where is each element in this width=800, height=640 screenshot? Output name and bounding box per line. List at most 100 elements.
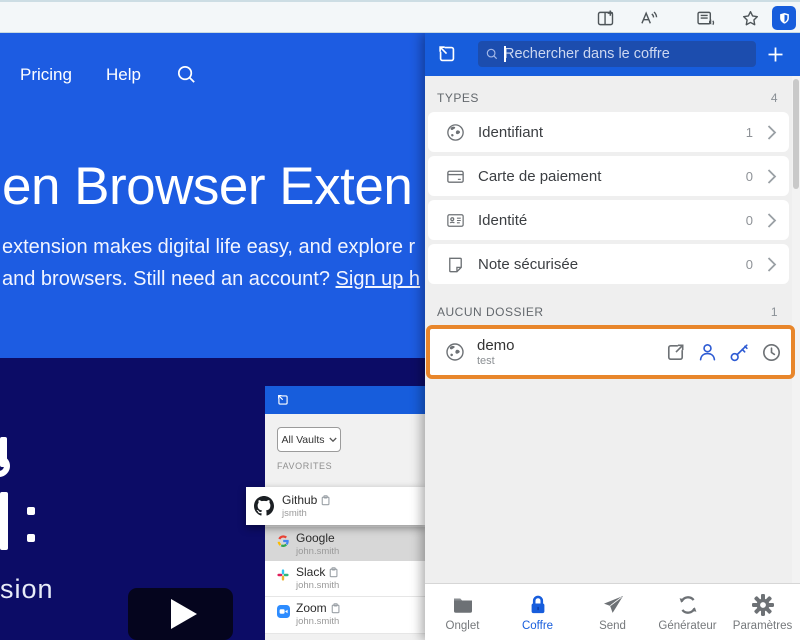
nav-tab-generateur[interactable]: Générateur	[650, 584, 725, 640]
copy-username-icon[interactable]	[695, 340, 719, 364]
section-types-count: 4	[771, 91, 778, 105]
copy-password-icon[interactable]	[727, 340, 751, 364]
all-vaults-dropdown: All Vaults	[277, 427, 341, 452]
type-row-note[interactable]: Note sécurisée 0	[428, 244, 789, 284]
mini-item-name: Google	[296, 531, 335, 545]
popout-icon[interactable]	[436, 43, 458, 65]
mini-item-username: john.smith	[296, 580, 339, 591]
hero-text-line2-prefix: and browsers. Still need an account?	[2, 268, 336, 290]
type-row-identite[interactable]: Identité 0	[428, 200, 789, 240]
page-title: en Browser Exten	[2, 156, 412, 217]
browser-toolbar	[0, 0, 800, 33]
credit-card-icon	[445, 166, 466, 187]
mini-item-name: Zoom	[296, 601, 327, 615]
type-row-carte[interactable]: Carte de paiement 0	[428, 156, 789, 196]
type-row-label: Identité	[478, 212, 746, 229]
chevron-right-icon	[767, 256, 777, 273]
all-vaults-label: All Vaults	[282, 434, 325, 446]
section-types: TYPES 4	[437, 91, 778, 105]
popup-bottom-nav: Onglet Coffre Send	[425, 583, 800, 640]
bitwarden-extension-icon[interactable]	[772, 6, 796, 30]
video-text-fragment	[0, 455, 10, 477]
google-icon	[277, 535, 289, 547]
scrollbar-thumb[interactable]	[793, 79, 799, 189]
lock-icon	[526, 593, 550, 617]
section-no-folder-label: AUCUN DOSSIER	[437, 305, 544, 319]
clipboard-icon	[331, 603, 341, 614]
github-icon	[254, 496, 274, 516]
read-aloud-icon[interactable]	[637, 7, 659, 29]
popup-header	[425, 33, 800, 76]
chevron-right-icon	[767, 168, 777, 185]
nav-tab-label: Générateur	[658, 620, 716, 632]
hero-text-line1: extension makes digital life easy, and e…	[2, 236, 415, 259]
section-no-folder-count: 1	[771, 305, 778, 319]
type-row-label: Note sécurisée	[478, 256, 746, 273]
mini-item-username: john.smith	[296, 616, 341, 627]
screen: Pricing Help en Browser Exten extension …	[0, 0, 800, 640]
site-search-icon[interactable]	[175, 63, 198, 86]
folder-icon	[451, 593, 475, 617]
globe-icon	[445, 122, 466, 143]
video-colon-dot	[27, 534, 35, 542]
mini-item-name: Github	[282, 493, 317, 507]
video-text-fragment	[0, 492, 8, 550]
slack-icon	[277, 569, 289, 581]
type-row-count: 0	[746, 257, 753, 272]
send-plane-icon	[601, 593, 625, 617]
zoom-icon	[277, 605, 290, 618]
type-row-label: Identifiant	[478, 124, 746, 141]
type-row-count: 0	[746, 213, 753, 228]
video-play-button[interactable]	[128, 588, 233, 640]
nav-tab-label: Coffre	[522, 620, 553, 632]
add-item-icon[interactable]	[765, 44, 786, 65]
nav-tab-label: Onglet	[446, 620, 480, 632]
mini-item-slack: Slack john.smith	[265, 561, 425, 597]
popout-icon	[276, 393, 290, 407]
type-row-count: 1	[746, 125, 753, 140]
favorites-label: FAVORITES	[277, 461, 332, 471]
vault-item-subtitle: test	[477, 355, 655, 367]
mini-vault-header: Search vault	[265, 386, 425, 414]
favorites-star-icon[interactable]	[739, 7, 761, 29]
mini-item-username: jsmith	[282, 508, 331, 519]
play-icon	[171, 599, 197, 629]
nav-tab-coffre[interactable]: Coffre	[500, 584, 575, 640]
vault-item-demo-highlighted[interactable]: demo test	[426, 325, 795, 379]
sign-up-link[interactable]: Sign up h	[336, 268, 421, 290]
mini-item-github: Github jsmith	[246, 487, 425, 525]
type-row-count: 0	[746, 169, 753, 184]
search-caret	[504, 46, 506, 62]
gear-icon	[751, 593, 775, 617]
reader-icon[interactable]	[694, 7, 716, 29]
section-types-label: TYPES	[437, 91, 479, 105]
nav-tab-send[interactable]: Send	[575, 584, 650, 640]
vault-item-title: demo	[477, 337, 655, 354]
site-nav: Pricing Help	[20, 63, 198, 86]
id-card-icon	[445, 210, 466, 231]
mini-item-name: Slack	[296, 565, 325, 579]
type-row-label: Carte de paiement	[478, 168, 746, 185]
nav-tab-parametres[interactable]: Paramètres	[725, 584, 800, 640]
search-input[interactable]	[504, 46, 749, 62]
type-row-identifiant[interactable]: Identifiant 1	[428, 112, 789, 152]
nav-tab-onglet[interactable]: Onglet	[425, 584, 500, 640]
globe-icon	[444, 341, 466, 363]
mini-item-google: Google john.smith	[265, 527, 425, 561]
search-icon	[485, 47, 499, 61]
section-no-folder: AUCUN DOSSIER 1	[437, 305, 778, 319]
chevron-right-icon	[767, 124, 777, 141]
nav-tab-label: Send	[599, 620, 626, 632]
clock-icon[interactable]	[759, 340, 783, 364]
nav-pricing-link[interactable]: Pricing	[20, 65, 72, 85]
split-screen-icon[interactable]	[594, 7, 616, 29]
mini-item-zoom: Zoom john.smith	[265, 597, 425, 634]
mini-item-username: john.smith	[296, 546, 339, 557]
launch-icon[interactable]	[663, 340, 687, 364]
vault-search-field[interactable]	[478, 41, 756, 67]
nav-help-link[interactable]: Help	[106, 65, 141, 85]
chevron-right-icon	[767, 212, 777, 229]
clipboard-icon	[329, 567, 339, 578]
hero-text-line2: and browsers. Still need an account? Sig…	[2, 268, 420, 291]
secure-note-icon	[445, 254, 466, 275]
